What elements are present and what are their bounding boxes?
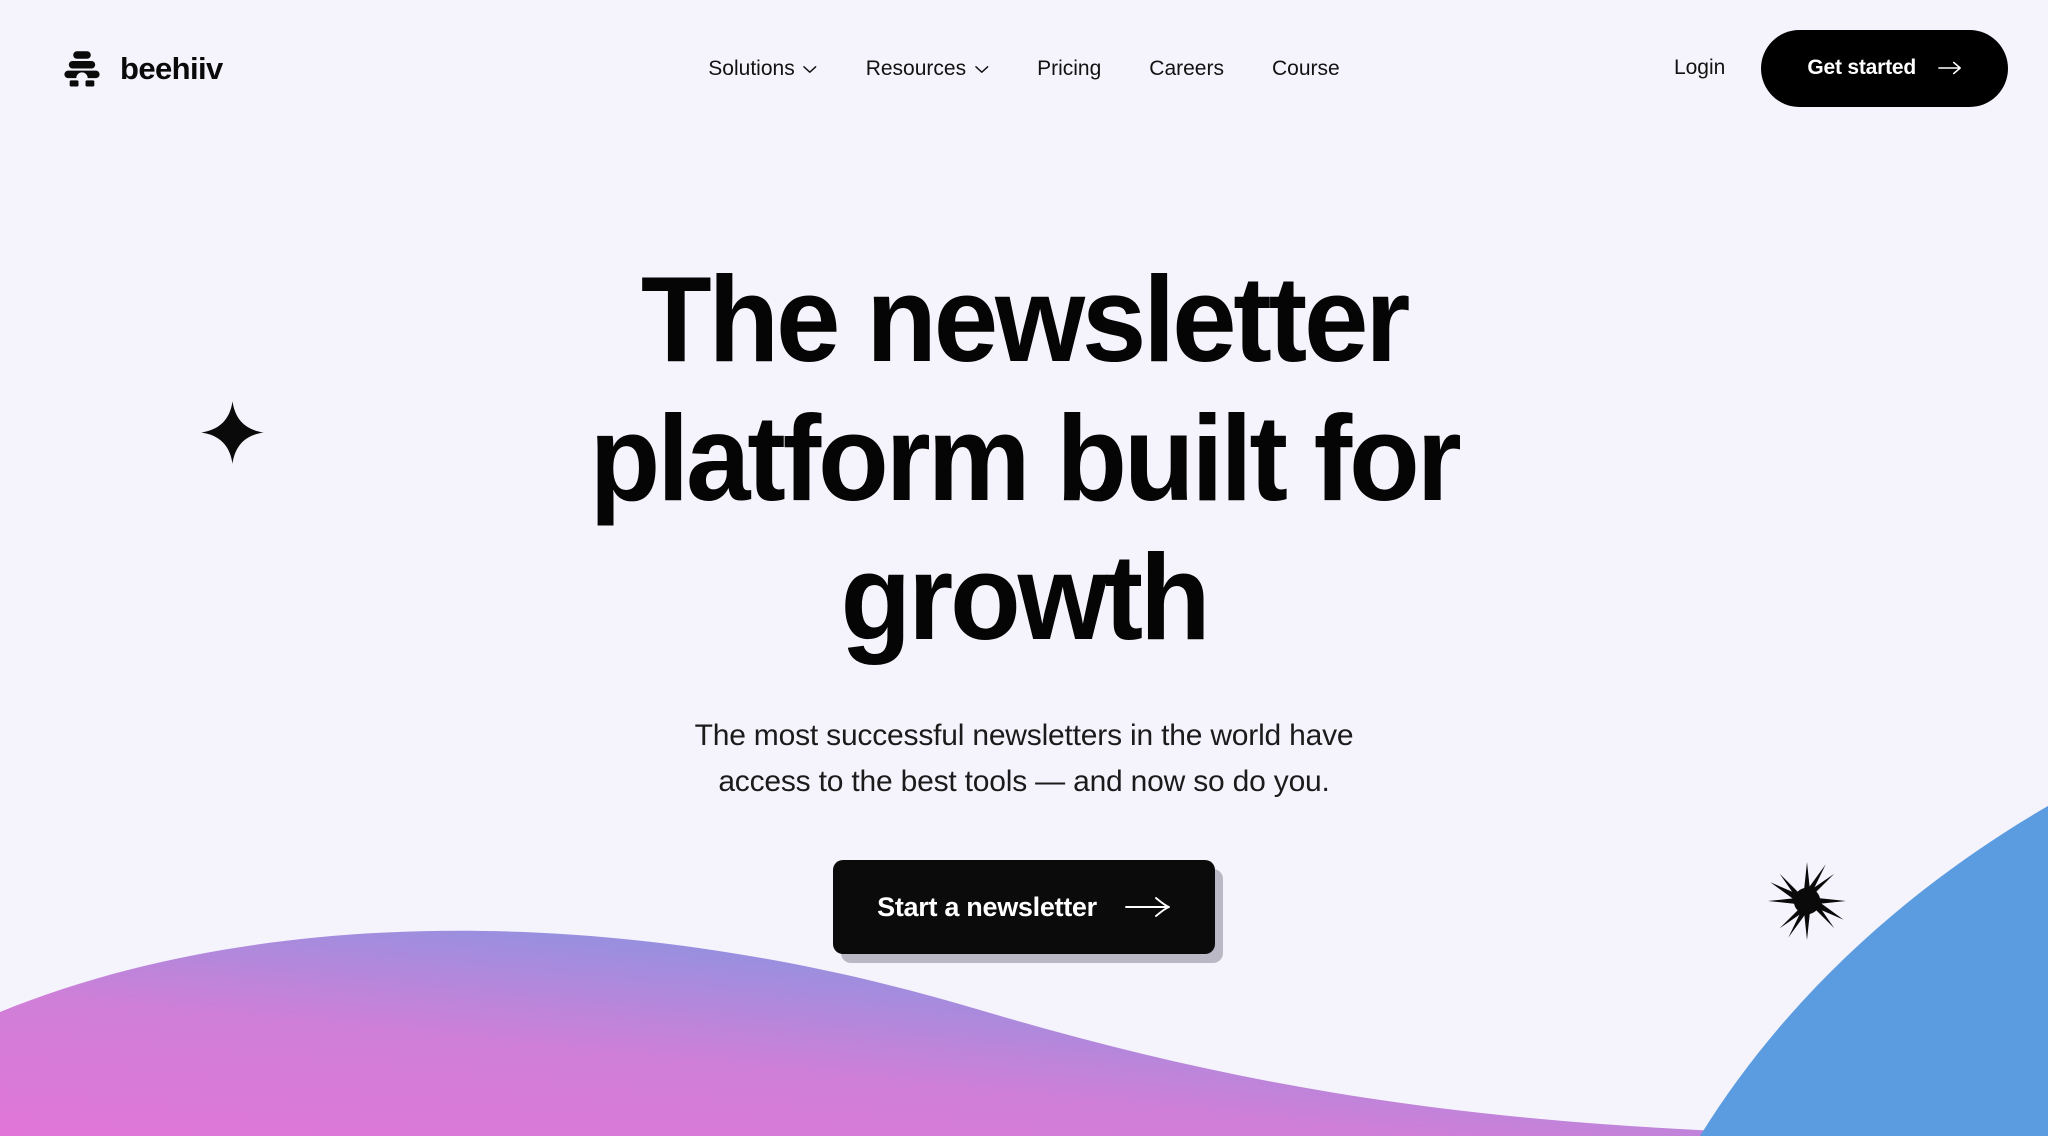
nav-item-pricing[interactable]: Pricing bbox=[1013, 50, 1125, 87]
nav-item-careers[interactable]: Careers bbox=[1125, 50, 1248, 87]
start-newsletter-button[interactable]: Start a newsletter bbox=[833, 860, 1215, 955]
start-newsletter-label: Start a newsletter bbox=[877, 891, 1097, 922]
arrow-right-icon bbox=[1938, 61, 1961, 75]
chevron-down-icon bbox=[803, 66, 817, 73]
nav-item-course[interactable]: Course bbox=[1248, 50, 1364, 87]
chevron-down-icon bbox=[975, 66, 989, 73]
nav-item-label: Course bbox=[1271, 56, 1340, 80]
beehive-icon bbox=[64, 51, 100, 87]
site-header: beehiiv Solutions Resources Pricing Care… bbox=[0, 0, 2048, 136]
hero-section: The newsletter platform built for growth… bbox=[0, 136, 2048, 964]
arrow-right-icon bbox=[1124, 897, 1170, 918]
nav-item-label: Solutions bbox=[708, 56, 795, 80]
get-started-button[interactable]: Get started bbox=[1761, 29, 2008, 107]
nav-item-resources[interactable]: Resources bbox=[842, 50, 1013, 87]
nav-item-label: Careers bbox=[1149, 56, 1224, 80]
login-link[interactable]: Login bbox=[1674, 56, 1725, 80]
brand-name: beehiiv bbox=[120, 50, 223, 86]
nav-item-label: Pricing bbox=[1037, 56, 1102, 80]
hero-cta-wrapper: Start a newsletter bbox=[833, 860, 1223, 964]
main-navigation: Solutions Resources Pricing Careers Cour… bbox=[684, 50, 1363, 87]
page-title: The newsletter platform built for growth bbox=[589, 251, 1462, 666]
hero-subtitle: The most successful newsletters in the w… bbox=[694, 719, 1354, 798]
landing-page: beehiiv Solutions Resources Pricing Care… bbox=[0, 0, 2048, 1136]
nav-item-label: Resources bbox=[865, 56, 967, 80]
header-actions: Login Get started bbox=[1674, 29, 2008, 107]
brand-logo-link[interactable]: beehiiv bbox=[60, 46, 223, 90]
get-started-label: Get started bbox=[1807, 56, 1916, 79]
nav-item-solutions[interactable]: Solutions bbox=[684, 50, 841, 87]
